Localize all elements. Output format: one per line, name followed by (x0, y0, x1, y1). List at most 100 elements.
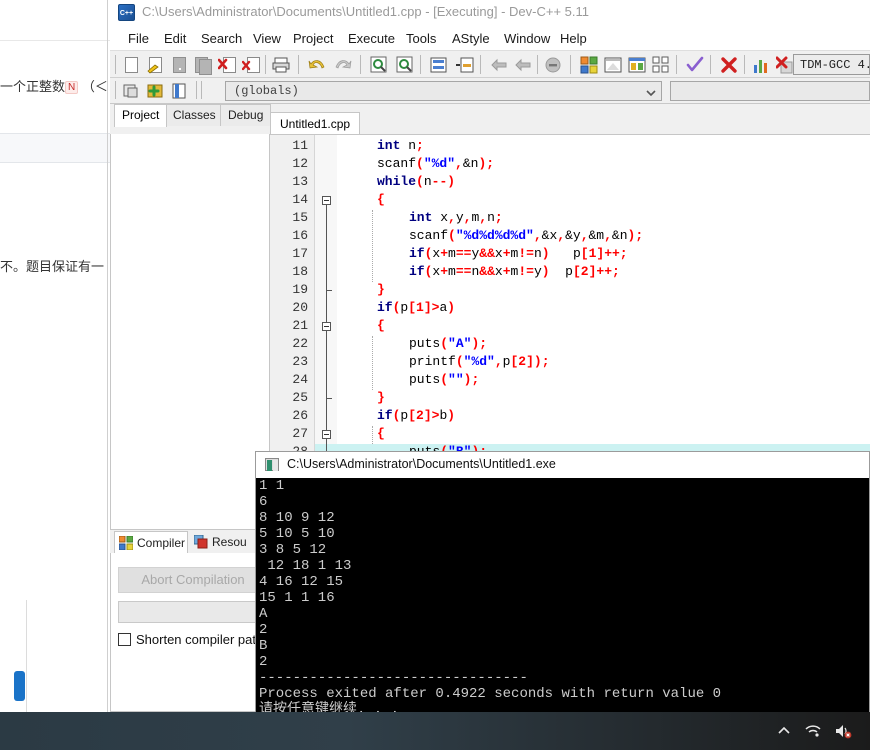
code-line[interactable]: } (377, 282, 385, 297)
code-line[interactable]: puts("A"); (409, 336, 487, 351)
tab-project[interactable]: Project (114, 104, 168, 127)
code-line[interactable]: scanf("%d",&n); (377, 156, 494, 171)
console-titlebar[interactable]: C:\Users\Administrator\Documents\Untitle… (256, 452, 869, 478)
tab-debug[interactable]: Debug (220, 104, 272, 126)
shorten-compiler-paths-row[interactable]: Shorten compiler paths (118, 632, 270, 647)
find-next-button[interactable] (394, 54, 416, 76)
menu-astyle[interactable]: AStyle (446, 29, 496, 48)
undo-button[interactable] (306, 54, 328, 76)
code-line[interactable]: int x,y,m,n; (409, 210, 503, 225)
editor-tabstrip[interactable]: Untitled1.cpp (270, 112, 870, 135)
console-window[interactable]: C:\Users\Administrator\Documents\Untitle… (255, 451, 870, 713)
project-options-button[interactable] (650, 54, 672, 76)
find-button[interactable] (368, 54, 390, 76)
background-browser-window[interactable]: 一个正整数 N （＜ 不。题目保证有一 (0, 0, 113, 712)
tab-untitled1-cpp[interactable]: Untitled1.cpp (270, 112, 361, 135)
new-file-icon (122, 56, 140, 74)
menu-project[interactable]: Project (287, 29, 339, 48)
menu-window[interactable]: Window (498, 29, 556, 48)
wifi-icon[interactable] (804, 723, 822, 744)
code-area[interactable]: int n; scanf("%d",&n); while(n--) { int x,y,… (337, 135, 870, 462)
print-button[interactable] (270, 54, 292, 76)
compiler-select[interactable]: TDM-GCC 4. (793, 54, 870, 75)
toggle-breakpoint-button[interactable] (542, 54, 564, 76)
abort-compilation-button[interactable]: Abort Compilation (118, 567, 268, 593)
add-to-project-button[interactable] (144, 80, 166, 102)
goto-line-button[interactable] (428, 54, 450, 76)
console-line: 2 (259, 622, 268, 638)
fold-collapse-box[interactable] (322, 322, 331, 331)
fold-collapse-box[interactable] (322, 430, 331, 439)
menu-tools[interactable]: Tools (400, 29, 442, 48)
new-form-button[interactable] (626, 54, 648, 76)
code-line[interactable]: if(x+m==n&&x+m!=y) p[2]++; (409, 264, 620, 279)
code-line[interactable]: { (377, 426, 385, 441)
code-line[interactable]: int n; (377, 138, 424, 153)
speaker-muted-icon[interactable] (834, 723, 852, 744)
secondary-select[interactable] (670, 81, 870, 101)
scope-select[interactable]: (globals) (225, 81, 662, 101)
devcpp-menubar[interactable]: File Edit Search View Project Execute To… (110, 26, 870, 50)
menu-search[interactable]: Search (195, 29, 248, 48)
open-book-button[interactable] (168, 80, 190, 102)
new-source-button[interactable] (602, 54, 624, 76)
project-tree-pane[interactable] (110, 134, 270, 530)
devcpp-titlebar[interactable]: C++ C:\Users\Administrator\Documents\Unt… (110, 0, 870, 26)
close-file-button[interactable] (216, 54, 238, 76)
indent-guide (372, 210, 373, 282)
code-line[interactable]: if(x+m==y&&x+m!=n) p[1]++; (409, 246, 628, 261)
code-line[interactable]: while(n--) (377, 174, 455, 189)
save-all-button[interactable] (192, 54, 214, 76)
undo-icon (308, 56, 326, 74)
menu-execute[interactable]: Execute (342, 29, 401, 48)
back-button[interactable] (488, 54, 510, 76)
redo-button[interactable] (332, 54, 354, 76)
report-tabstrip[interactable]: Compiler Resou (110, 530, 270, 553)
save-file-button[interactable] (168, 54, 190, 76)
close-all-button[interactable] (240, 54, 262, 76)
shorten-compiler-paths-label: Shorten compiler paths (136, 632, 270, 647)
code-line[interactable]: if(p[2]>b) (377, 408, 455, 423)
code-line[interactable]: } (377, 390, 385, 405)
goto-function-button[interactable] (454, 54, 476, 76)
code-line[interactable]: { (377, 318, 385, 333)
close-file-icon (218, 56, 236, 74)
editor-body[interactable]: 111213141516171819202122232425262728 int… (270, 134, 870, 462)
devcpp-icon: C++ (118, 4, 135, 21)
goto-function-icon (456, 56, 474, 74)
fold-column[interactable] (315, 135, 337, 462)
find-icon (370, 56, 388, 74)
fold-collapse-box[interactable] (322, 196, 331, 205)
line-number-gutter: 111213141516171819202122232425262728 (270, 135, 315, 459)
line-number: 19 (292, 282, 308, 297)
menu-edit[interactable]: Edit (158, 29, 192, 48)
shorten-compiler-paths-checkbox[interactable] (118, 633, 131, 646)
profile-analysis-button[interactable] (750, 54, 772, 76)
bg-accent-button[interactable] (14, 671, 25, 701)
secondary-toolbar[interactable]: (globals) (110, 78, 870, 104)
open-file-button[interactable] (144, 54, 166, 76)
console-output[interactable]: 1 168 10 9 12 5 10 5 10 3 8 5 12 12 18 1 1… (256, 478, 869, 712)
tab-compiler[interactable]: Compiler (114, 531, 188, 553)
tab-classes[interactable]: Classes (165, 104, 224, 126)
stop-execution-button[interactable] (718, 54, 740, 76)
insert-button[interactable] (120, 80, 142, 102)
chevron-up-icon[interactable] (776, 723, 792, 744)
code-line[interactable]: printf("%d",p[2]); (409, 354, 550, 369)
windows-taskbar[interactable] (0, 712, 870, 750)
project-grid-icon (580, 56, 598, 74)
new-project-button[interactable] (578, 54, 600, 76)
code-line[interactable]: { (377, 192, 385, 207)
compile-run-button[interactable] (684, 54, 706, 76)
console-title-text: C:\Users\Administrator\Documents\Untitle… (287, 457, 556, 471)
code-line[interactable]: scanf("%d%d%d%d",&x,&y,&m,&n); (409, 228, 643, 243)
forward-button[interactable] (512, 54, 534, 76)
main-toolbar[interactable]: TDM-GCC 4. (110, 50, 870, 78)
menu-help[interactable]: Help (554, 29, 593, 48)
code-line[interactable]: if(p[1]>a) (377, 300, 455, 315)
menu-view[interactable]: View (247, 29, 287, 48)
code-line[interactable]: puts(""); (409, 372, 479, 387)
open-file-icon (146, 56, 164, 74)
new-file-button[interactable] (120, 54, 142, 76)
menu-file[interactable]: File (122, 29, 155, 48)
